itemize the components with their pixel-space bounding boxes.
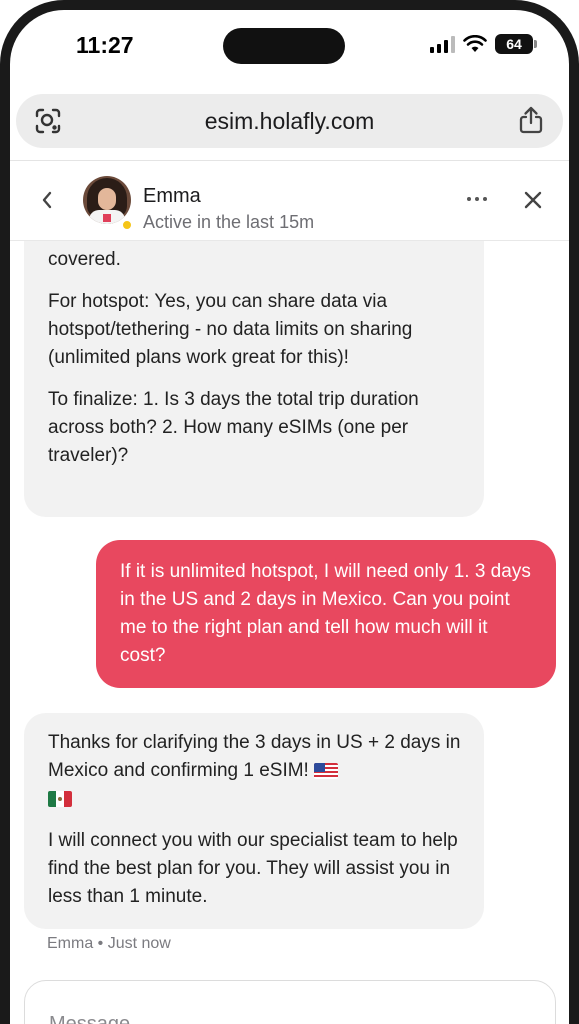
- message-text: If it is unlimited hotspot, I will need …: [120, 561, 531, 666]
- phone-frame: 11:27 64 esim.holafly.com covered. For h…: [0, 0, 579, 1024]
- message-meta: Emma • Just now: [47, 935, 171, 952]
- message-text: Thanks for clarifying the 3 days in US +…: [48, 732, 461, 781]
- avatar: [83, 176, 131, 224]
- more-options-icon[interactable]: [467, 197, 487, 201]
- agent-status: Active in the last 15m: [143, 212, 315, 232]
- agent-name: Emma: [143, 185, 201, 207]
- agent-message: Thanks for clarifying the 3 days in US +…: [24, 713, 484, 929]
- us-flag-icon: [314, 762, 339, 779]
- message-composer[interactable]: [24, 980, 556, 1024]
- user-message: If it is unlimited hotspot, I will need …: [96, 540, 556, 688]
- message-paragraph: Thanks for clarifying the 3 days in US +…: [48, 729, 462, 813]
- chat-header: Emma Active in the last 15m: [10, 161, 569, 241]
- mexico-flag-icon: [48, 790, 72, 807]
- close-icon[interactable]: [522, 189, 544, 216]
- message-input[interactable]: [49, 1013, 489, 1024]
- chevron-left-icon[interactable]: [38, 189, 56, 216]
- message-paragraph: covered.: [48, 249, 121, 270]
- message-paragraph: For hotspot: Yes, you can share data via…: [48, 291, 413, 368]
- message-paragraph: To finalize: 1. Is 3 days the total trip…: [48, 389, 419, 466]
- message-paragraph: I will connect you with our specialist t…: [48, 830, 458, 907]
- presence-indicator: [121, 219, 133, 231]
